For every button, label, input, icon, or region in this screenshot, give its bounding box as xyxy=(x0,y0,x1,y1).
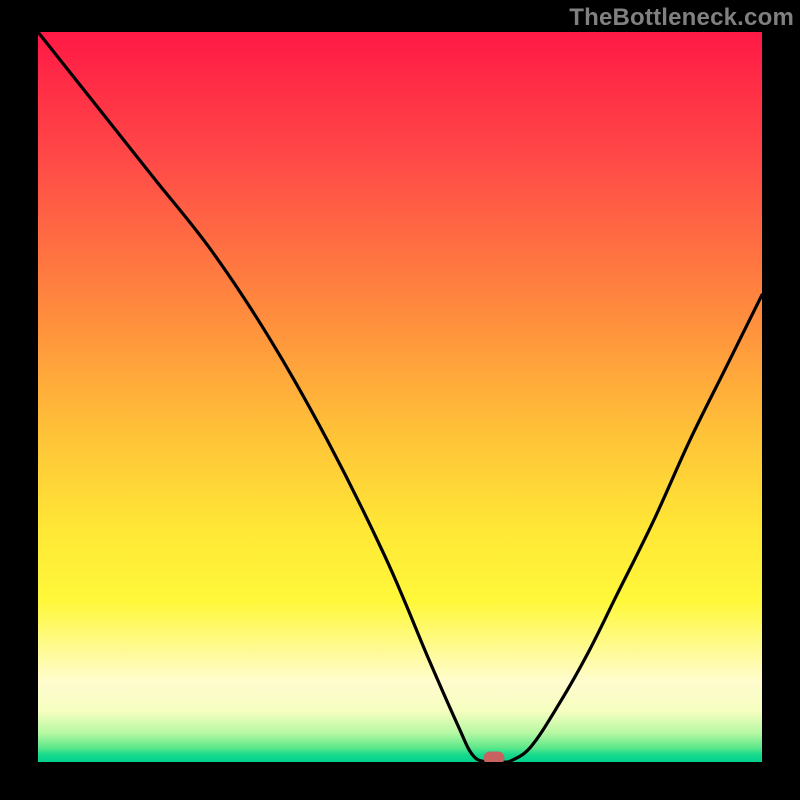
plot-area xyxy=(38,32,762,762)
optimal-marker xyxy=(484,752,505,762)
bottleneck-curve-svg xyxy=(38,32,762,762)
bottleneck-curve-left xyxy=(38,32,509,762)
watermark-text: TheBottleneck.com xyxy=(569,4,794,32)
chart-image: TheBottleneck.com xyxy=(0,0,800,800)
bottleneck-curve-right xyxy=(509,295,762,762)
